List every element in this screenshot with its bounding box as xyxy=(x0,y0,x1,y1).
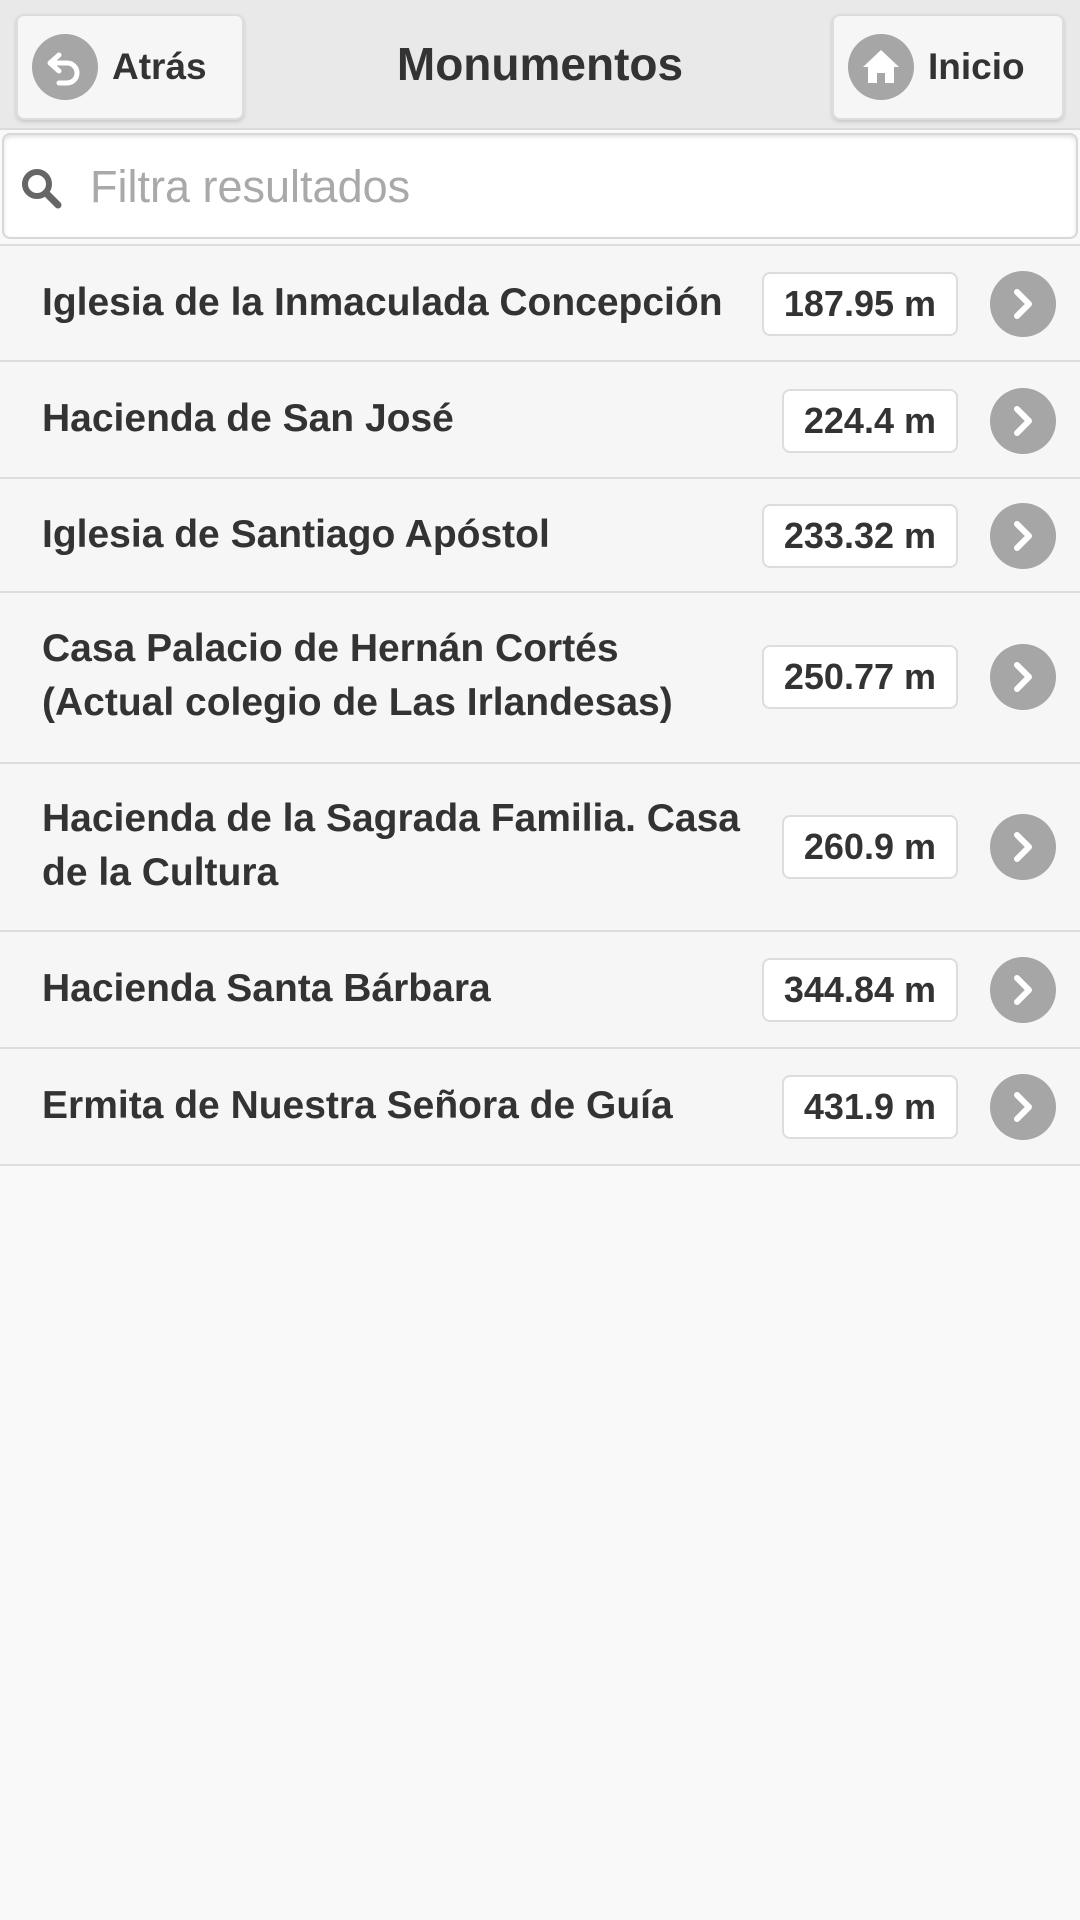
chevron-right-icon[interactable] xyxy=(990,388,1056,454)
list-item[interactable]: Iglesia de la Inmaculada Concepción 187.… xyxy=(0,246,1080,362)
back-button-label: Atrás xyxy=(112,46,207,87)
search-box xyxy=(2,133,1078,239)
page-title: Monumentos xyxy=(396,38,684,90)
monument-name: Hacienda Santa Bárbara xyxy=(42,967,491,1010)
monument-name: Iglesia de la Inmaculada Concepción xyxy=(42,281,723,324)
list-item[interactable]: Hacienda de San José 224.4 m xyxy=(0,362,1080,479)
search-icon xyxy=(20,167,64,211)
filter-input[interactable] xyxy=(90,155,1050,219)
back-arrow-icon xyxy=(32,34,98,100)
list-item[interactable]: Ermita de Nuestra Señora de Guía 431.9 m xyxy=(0,1049,1080,1166)
distance-badge: 250.77 m xyxy=(761,645,958,709)
distance-badge: 344.84 m xyxy=(761,958,958,1022)
chevron-right-icon[interactable] xyxy=(990,1074,1056,1140)
header-bar: Atrás Monumentos Inicio xyxy=(0,0,1080,130)
monument-name: Hacienda de la Sagrada Familia. Casa de … xyxy=(42,797,740,894)
home-button[interactable]: Inicio xyxy=(832,14,1064,120)
monument-name: Hacienda de San José xyxy=(42,397,454,440)
home-icon xyxy=(848,34,914,100)
chevron-right-icon[interactable] xyxy=(990,503,1056,569)
chevron-right-icon[interactable] xyxy=(990,957,1056,1023)
monument-name: Casa Palacio de Hernán Cortés (Actual co… xyxy=(42,627,673,724)
distance-badge: 187.95 m xyxy=(761,272,958,336)
distance-badge: 260.9 m xyxy=(781,815,958,879)
home-button-label: Inicio xyxy=(928,46,1025,87)
chevron-right-icon[interactable] xyxy=(990,271,1056,337)
list-item[interactable]: Hacienda de la Sagrada Familia. Casa de … xyxy=(0,764,1080,932)
list-item[interactable]: Hacienda Santa Bárbara 344.84 m xyxy=(0,932,1080,1049)
distance-badge: 431.9 m xyxy=(781,1075,958,1139)
monument-name: Ermita de Nuestra Señora de Guía xyxy=(42,1084,673,1127)
chevron-right-icon[interactable] xyxy=(990,644,1056,710)
monument-list: Iglesia de la Inmaculada Concepción 187.… xyxy=(0,244,1080,1166)
monument-name: Iglesia de Santiago Apóstol xyxy=(42,513,550,556)
chevron-right-icon[interactable] xyxy=(990,814,1056,880)
distance-badge: 224.4 m xyxy=(781,389,958,453)
back-button[interactable]: Atrás xyxy=(16,14,244,120)
list-item[interactable]: Iglesia de Santiago Apóstol 233.32 m xyxy=(0,479,1080,593)
list-item[interactable]: Casa Palacio de Hernán Cortés (Actual co… xyxy=(0,593,1080,764)
distance-badge: 233.32 m xyxy=(761,504,958,568)
